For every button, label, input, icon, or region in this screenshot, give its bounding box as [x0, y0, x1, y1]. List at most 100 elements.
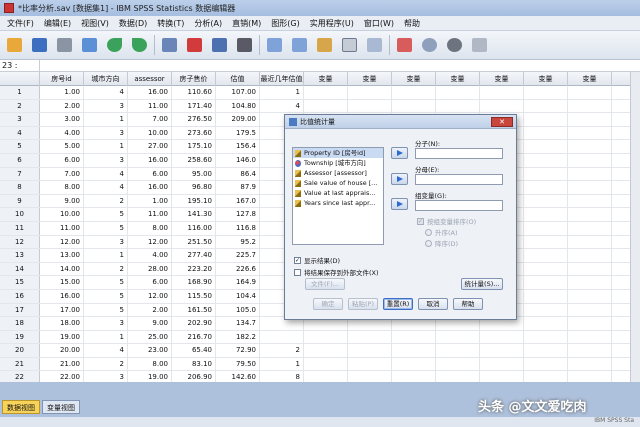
table-cell[interactable]	[568, 208, 612, 221]
row-number[interactable]: 12	[0, 235, 40, 249]
table-cell[interactable]: 4	[84, 344, 128, 357]
menu-direct-marketing[interactable]: 直销(M)	[227, 18, 266, 29]
save-icon[interactable]	[29, 35, 50, 56]
move-to-numerator-button[interactable]	[391, 147, 408, 159]
table-cell[interactable]	[568, 344, 612, 357]
table-cell[interactable]: 2.00	[128, 303, 172, 317]
table-cell[interactable]	[524, 276, 568, 289]
redo-icon[interactable]	[129, 35, 150, 56]
table-cell[interactable]: 5	[84, 208, 128, 221]
menu-help[interactable]: 帮助	[399, 18, 425, 29]
source-variable-list[interactable]: Property ID [房号id] Township [城市方向] Assesso…	[292, 147, 384, 245]
descending-radio[interactable]: 降序(D)	[425, 238, 458, 248]
table-cell[interactable]: 146.0	[216, 153, 260, 167]
insert-cases-icon[interactable]	[264, 35, 285, 56]
table-cell[interactable]	[524, 235, 568, 249]
table-cell[interactable]: 95.00	[172, 167, 216, 181]
table-cell[interactable]: 2.00	[40, 99, 84, 113]
table-cell[interactable]: 251.50	[172, 235, 216, 249]
table-cell[interactable]	[304, 357, 348, 371]
menu-transform[interactable]: 转换(T)	[152, 18, 189, 29]
table-cell[interactable]	[568, 140, 612, 153]
table-cell[interactable]	[568, 249, 612, 262]
table-cell[interactable]: 22.00	[40, 371, 84, 382]
variable-list-item[interactable]: Sale value of house [...	[293, 178, 383, 188]
table-cell[interactable]: 5	[84, 276, 128, 289]
table-cell[interactable]: 107.00	[216, 86, 260, 99]
table-cell[interactable]: 83.10	[172, 357, 216, 371]
table-cell[interactable]: 4	[84, 86, 128, 99]
table-cell[interactable]: 12.00	[128, 289, 172, 303]
table-cell[interactable]	[304, 99, 348, 113]
table-cell[interactable]: 4.00	[128, 249, 172, 262]
table-cell[interactable]: 18.00	[40, 317, 84, 330]
table-cell[interactable]: 1	[84, 330, 128, 344]
table-cell[interactable]: 104.4	[216, 289, 260, 303]
table-cell[interactable]: 1.00	[40, 86, 84, 99]
menu-data[interactable]: 数据(D)	[114, 18, 152, 29]
table-cell[interactable]	[524, 140, 568, 153]
display-results-checkbox[interactable]: ✓ 显示结果(D)	[294, 255, 340, 265]
table-cell[interactable]: 5	[84, 221, 128, 235]
table-cell[interactable]: 115.50	[172, 289, 216, 303]
table-cell[interactable]: 5.00	[40, 140, 84, 153]
statistics-button[interactable]: 统计量(S)...	[461, 278, 503, 290]
ascending-radio[interactable]: 升序(A)	[425, 227, 458, 237]
table-cell[interactable]: 3	[84, 317, 128, 330]
row-number[interactable]: 21	[0, 357, 40, 371]
table-cell[interactable]	[568, 153, 612, 167]
table-cell[interactable]: 116.00	[172, 221, 216, 235]
table-cell[interactable]: 8.00	[40, 181, 84, 194]
row-number[interactable]: 15	[0, 276, 40, 289]
table-cell[interactable]	[568, 289, 612, 303]
table-cell[interactable]	[568, 317, 612, 330]
table-cell[interactable]	[524, 262, 568, 276]
table-cell[interactable]	[304, 330, 348, 344]
table-cell[interactable]: 11.00	[128, 99, 172, 113]
table-cell[interactable]: 79.50	[216, 357, 260, 371]
table-cell[interactable]: 14.00	[40, 262, 84, 276]
row-number[interactable]: 1	[0, 86, 40, 99]
table-cell[interactable]: 72.90	[216, 344, 260, 357]
row-number[interactable]: 2	[0, 99, 40, 113]
table-cell[interactable]: 19.00	[40, 330, 84, 344]
denominator-field[interactable]	[415, 174, 503, 185]
table-cell[interactable]: 2	[84, 262, 128, 276]
menu-file[interactable]: 文件(F)	[2, 18, 39, 29]
table-cell[interactable]: 1	[260, 86, 304, 99]
table-cell[interactable]: 96.80	[172, 181, 216, 194]
table-cell[interactable]: 2	[84, 357, 128, 371]
table-cell[interactable]: 1.00	[128, 194, 172, 208]
numerator-field[interactable]	[415, 148, 503, 159]
row-number[interactable]: 4	[0, 126, 40, 140]
ok-button[interactable]: 确定	[313, 298, 343, 310]
row-number[interactable]: 7	[0, 167, 40, 181]
find-icon[interactable]	[234, 35, 255, 56]
table-cell[interactable]: 1	[84, 249, 128, 262]
table-cell[interactable]: 9.00	[128, 317, 172, 330]
split-file-icon[interactable]	[314, 35, 335, 56]
table-cell[interactable]	[524, 99, 568, 113]
table-cell[interactable]: 276.50	[172, 113, 216, 126]
table-cell[interactable]: 179.5	[216, 126, 260, 140]
menu-view[interactable]: 视图(V)	[76, 18, 114, 29]
table-cell[interactable]: 1	[84, 113, 128, 126]
open-icon[interactable]	[4, 35, 25, 56]
table-cell[interactable]: 10.00	[40, 208, 84, 221]
table-cell[interactable]	[436, 330, 480, 344]
menu-utilities[interactable]: 实用程序(U)	[305, 18, 359, 29]
sort-by-group-checkbox[interactable]: ✓ 按组变量排序(O)	[417, 216, 476, 226]
table-cell[interactable]	[524, 221, 568, 235]
variable-list-item[interactable]: Years since last appr...	[293, 198, 383, 208]
table-cell[interactable]: 258.60	[172, 153, 216, 167]
table-cell[interactable]	[480, 99, 524, 113]
table-cell[interactable]: 13.00	[40, 249, 84, 262]
table-cell[interactable]	[392, 86, 436, 99]
table-cell[interactable]: 1	[260, 357, 304, 371]
variable-list-item[interactable]: Value at last apprais...	[293, 188, 383, 198]
table-cell[interactable]	[524, 126, 568, 140]
table-cell[interactable]: 104.80	[216, 99, 260, 113]
table-cell[interactable]	[568, 221, 612, 235]
table-cell[interactable]: 2	[84, 194, 128, 208]
column-header[interactable]: 估值	[216, 72, 260, 86]
